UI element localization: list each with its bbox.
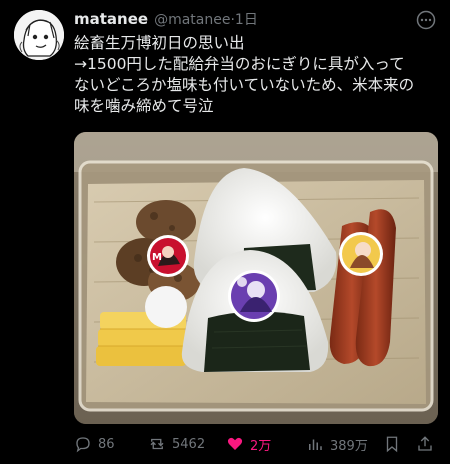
action-bar: 86 5462 2万 389万 xyxy=(74,430,440,458)
retweet-button[interactable]: 5462 xyxy=(148,435,205,453)
views-count: 389万 xyxy=(330,438,368,454)
sticker-white-icon xyxy=(145,286,187,328)
like-count: 2万 xyxy=(250,438,272,454)
tweet-line: 絵畜生万博初日の思い出 xyxy=(74,34,245,52)
heart-icon xyxy=(227,437,243,450)
manga-sketch-avatar-icon xyxy=(14,10,64,60)
bento-box-photo-icon: M xyxy=(74,132,438,424)
reply-count: 86 xyxy=(98,436,115,452)
tweet-header: matanee @matanee · 1日 xyxy=(74,9,410,31)
tweet-line: →1500円した配給弁当のおにぎりに具が入って xyxy=(74,55,405,73)
views-chart-icon xyxy=(309,439,322,450)
retweet-icon xyxy=(150,438,164,450)
display-name[interactable]: matanee xyxy=(74,10,148,28)
bookmark-button[interactable] xyxy=(383,435,401,453)
reply-button[interactable]: 86 xyxy=(74,435,115,453)
avatar[interactable] xyxy=(14,10,64,60)
tweet: matanee @matanee · 1日 絵畜生万博初日の思い出 →1500円… xyxy=(0,0,450,464)
bookmark-icon xyxy=(386,436,398,453)
views-button[interactable]: 389万 xyxy=(306,435,368,454)
share-icon xyxy=(418,436,432,451)
tweet-photo[interactable]: M xyxy=(74,132,438,424)
timestamp[interactable]: 1日 xyxy=(235,9,258,29)
sticker-yellow-icon xyxy=(339,232,383,276)
retweet-count: 5462 xyxy=(172,436,206,452)
reply-icon xyxy=(76,437,90,453)
more-options-icon[interactable] xyxy=(416,10,436,30)
tweet-line: 味を噛み締めて号泣 xyxy=(74,97,214,115)
share-button[interactable] xyxy=(416,435,434,453)
tweet-text: 絵畜生万博初日の思い出 →1500円した配給弁当のおにぎりに具が入って ないどこ… xyxy=(74,33,440,117)
handle[interactable]: @matanee xyxy=(154,12,230,28)
tweet-line: ないどころか塩味も付いていないため、米本来の xyxy=(74,76,415,94)
sticker-purple-icon xyxy=(228,270,280,322)
sticker-red-icon: M xyxy=(147,235,189,277)
like-button[interactable]: 2万 xyxy=(226,435,271,454)
svg-text:M: M xyxy=(152,252,162,263)
